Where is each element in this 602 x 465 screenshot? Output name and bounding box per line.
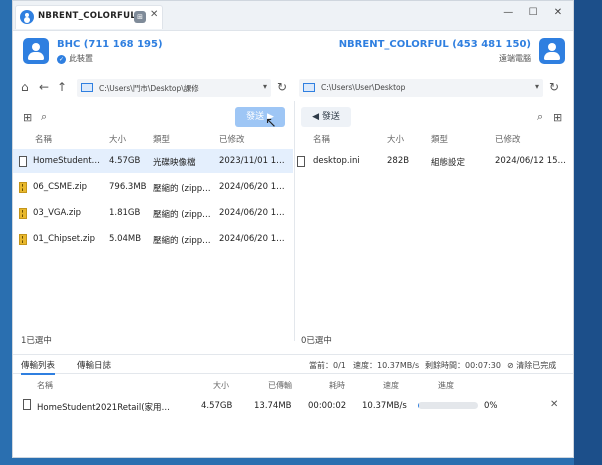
local-file-list: 名稱 大小 類型 已修改 HomeStudent… 4.57GB 光碟映像檔 2… (13, 129, 293, 329)
col-size[interactable]: 大小 (387, 133, 404, 145)
window-controls: — ☐ ✕ (495, 7, 567, 18)
title-bar: NBRENT_COLORFUL ⊞ ✕ — ☐ ✕ (13, 1, 573, 31)
refresh-icon[interactable]: ↻ (549, 80, 559, 94)
remote-avatar-icon (539, 38, 565, 64)
local-device-label: ✓ 此裝置 (57, 54, 93, 64)
doc-icon (19, 156, 27, 167)
app-logo-icon (20, 10, 34, 24)
computer-icon (81, 83, 93, 92)
transfer-remaining: 剩餘時間：00:07:30 (425, 361, 501, 370)
session-tab[interactable]: NBRENT_COLORFUL ⊞ ✕ (15, 5, 163, 29)
progress-bar (418, 402, 478, 409)
chevron-down-icon[interactable]: ▾ (263, 82, 267, 91)
zip-icon (19, 234, 27, 245)
close-window-button[interactable]: ✕ (549, 7, 567, 18)
local-device-name: BHC (711 168 195) (57, 39, 163, 50)
zip-icon (19, 208, 27, 219)
search-icon[interactable]: ⌕ (41, 110, 47, 124)
clear-icon: ⊘ (507, 361, 514, 370)
home-icon[interactable]: ⌂ (21, 80, 29, 94)
col-size[interactable]: 大小 (109, 133, 126, 145)
tab-transfer-list[interactable]: 傳輸列表 (21, 359, 56, 375)
col-type[interactable]: 類型 (153, 133, 170, 145)
remote-column-headers: 名稱 大小 類型 已修改 (295, 129, 574, 147)
local-path-bar: ⌂ ← ↑ C:\Users\鬥市\Desktop\課修 ▾ ↻ (21, 78, 289, 98)
desktop-background (574, 0, 602, 465)
back-icon[interactable]: ← (39, 80, 49, 94)
maximize-button[interactable]: ☐ (524, 7, 542, 18)
clear-completed-button[interactable]: ⊘ 清除已完成 (507, 360, 556, 371)
local-avatar-icon (23, 38, 49, 64)
file-row[interactable]: 06_CSME.zip 796.3MB 壓縮的 (zipp… 2024/06/2… (13, 175, 293, 199)
doc-icon (23, 399, 31, 410)
refresh-icon[interactable]: ↻ (277, 80, 287, 94)
app-window: NBRENT_COLORFUL ⊞ ✕ — ☐ ✕ BHC (711 168 1… (12, 0, 574, 458)
remote-file-list: 名稱 大小 類型 已修改 desktop.ini 282B 組態設定 2024/… (295, 129, 574, 329)
transfer-current: 當前：0/1 (309, 361, 346, 370)
session-icon: ⊞ (134, 11, 146, 23)
remote-device-name: NBRENT_COLORFUL (453 481 150) (338, 39, 531, 50)
new-folder-icon[interactable]: ⊞ (553, 111, 562, 124)
cancel-transfer-icon[interactable]: ✕ (550, 399, 558, 410)
doc-icon (297, 156, 305, 167)
check-icon: ✓ (57, 55, 66, 64)
new-folder-icon[interactable]: ⊞ (23, 111, 32, 124)
remote-device-label: 遠端電腦 (499, 54, 531, 63)
file-row[interactable]: 03_VGA.zip 1.81GB 壓縮的 (zipp… 2024/06/20 … (13, 201, 293, 225)
search-icon[interactable]: ⌕ (537, 110, 543, 124)
receive-button[interactable]: ◀ 發送 (301, 107, 351, 127)
file-row[interactable]: 01_Chipset.zip 5.04MB 壓縮的 (zipp… 2024/06… (13, 227, 293, 251)
transfer-tabs: 傳輸列表 傳輸日誌 當前：0/1 速度：10.37MB/s 剩餘時間：00:07… (13, 354, 573, 375)
file-row[interactable]: HomeStudent… 4.57GB 光碟映像檔 2023/11/01 1… (13, 149, 293, 173)
remote-selection-status: 0已選中 (301, 336, 332, 346)
transfer-speed: 速度：10.37MB/s (353, 361, 420, 370)
tab-title: NBRENT_COLORFUL (38, 11, 137, 21)
up-icon[interactable]: ↑ (57, 80, 67, 94)
send-button[interactable]: 發送 ▶ (235, 107, 285, 127)
col-modified[interactable]: 已修改 (219, 133, 245, 145)
file-row[interactable]: desktop.ini 282B 組態設定 2024/06/12 15… (295, 149, 574, 173)
col-modified[interactable]: 已修改 (495, 133, 521, 145)
remote-path-input[interactable]: C:\Users\User\Desktop ▾ (299, 79, 543, 97)
col-type[interactable]: 類型 (431, 133, 448, 145)
local-path-input[interactable]: C:\Users\鬥市\Desktop\課修 ▾ (77, 79, 271, 97)
remote-path-bar: C:\Users\User\Desktop ▾ ↻ (299, 78, 569, 98)
col-name[interactable]: 名稱 (313, 133, 330, 145)
connection-header: BHC (711 168 195) ✓ 此裝置 NBRENT_COLORFUL (… (13, 31, 573, 71)
tab-close-icon[interactable]: ✕ (150, 9, 158, 20)
local-column-headers: 名稱 大小 類型 已修改 (13, 129, 293, 147)
local-selection-status: 1已選中 (21, 336, 52, 346)
tab-transfer-log[interactable]: 傳輸日誌 (77, 359, 111, 371)
zip-icon (19, 182, 27, 193)
computer-icon (303, 83, 315, 92)
chevron-down-icon[interactable]: ▾ (535, 82, 539, 91)
minimize-button[interactable]: — (499, 7, 517, 18)
col-name[interactable]: 名稱 (35, 133, 52, 145)
